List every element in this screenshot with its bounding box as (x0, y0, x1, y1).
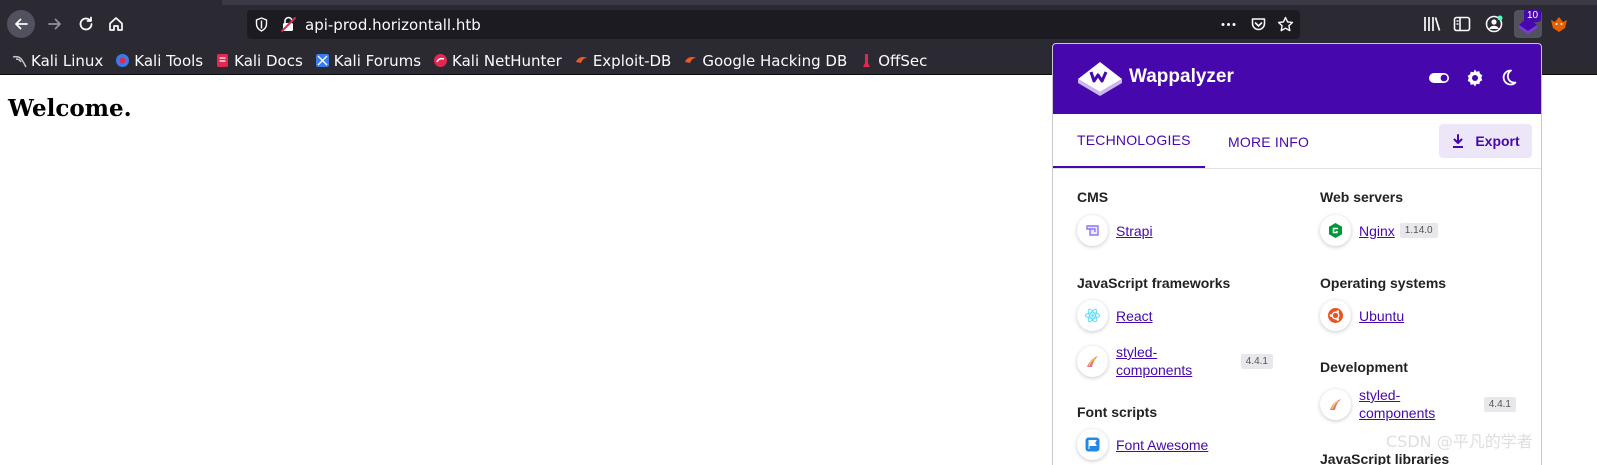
back-button[interactable] (7, 10, 35, 38)
bookmark-label: Kali Linux (31, 51, 104, 70)
category-cms: CMS (1077, 189, 1109, 205)
ubuntu-icon (1320, 300, 1351, 331)
tab-strip (222, 0, 1597, 5)
tech-link[interactable]: Ubuntu (1359, 307, 1404, 325)
download-icon (1453, 134, 1464, 148)
tech-link[interactable]: styled-components (1359, 386, 1435, 422)
tab-more-info[interactable]: MORE INFO (1204, 114, 1333, 169)
bookmark-kali-tools[interactable]: Kali Tools (115, 52, 203, 70)
bookmark-kali-nethunter[interactable]: Kali NetHunter (433, 52, 562, 70)
bookmark-kali-forums[interactable]: Kali Forums (315, 52, 421, 70)
popup-brand: Wappalyzer (1129, 66, 1234, 87)
page-heading: Welcome. (8, 95, 132, 122)
kali-dragon-icon (12, 55, 27, 68)
library-icon[interactable] (1422, 14, 1442, 34)
extension-badge: 10 (1524, 9, 1542, 22)
wappalyzer-logo-icon (1078, 62, 1122, 96)
styled-components-icon (1077, 345, 1108, 377)
category-development: Development (1320, 359, 1408, 375)
export-button[interactable]: Export (1439, 124, 1532, 158)
foxyproxy-icon[interactable] (1549, 14, 1569, 34)
url-text[interactable]: api-prod.horizontall.htb (305, 16, 481, 34)
bookmark-label: Google Hacking DB (702, 51, 848, 70)
tech-nginx: Nginx 1.14.0 (1320, 215, 1520, 246)
version-badge: 4.4.1 (1483, 396, 1516, 412)
watermark: CSDN @平凡的学者 (1386, 432, 1533, 451)
tech-link[interactable]: Strapi (1116, 222, 1153, 240)
pocket-icon[interactable] (1250, 16, 1267, 33)
tech-link[interactable]: Nginx (1359, 222, 1395, 240)
url-bar[interactable]: api-prod.horizontall.htb (247, 10, 1300, 39)
tech-ubuntu: Ubuntu (1320, 300, 1520, 331)
popup-header: Wappalyzer (1053, 44, 1541, 114)
bookmark-kali-docs[interactable]: Kali Docs (215, 52, 303, 70)
tracking-shield-icon[interactable] (253, 16, 270, 33)
popup-tabs: TECHNOLOGIES MORE INFO Export (1053, 114, 1541, 169)
font-awesome-icon (1077, 429, 1108, 460)
tech-link[interactable]: Font Awesome (1116, 436, 1208, 454)
ghdb-icon (685, 57, 697, 63)
bookmark-star-icon[interactable] (1277, 16, 1294, 33)
bookmark-exploit-db[interactable]: Exploit-DB (574, 51, 672, 70)
moon-icon[interactable] (1499, 68, 1518, 87)
tech-font-awesome: Font Awesome (1077, 429, 1277, 460)
tech-styled-components: styled-components 4.4.1 (1077, 343, 1277, 379)
sidebar-icon[interactable] (1452, 14, 1472, 34)
bookmark-label: Kali Tools (134, 51, 204, 70)
arrow-left-icon (15, 18, 28, 30)
reload-icon (79, 16, 93, 31)
home-button[interactable] (102, 10, 130, 38)
export-label: Export (1475, 133, 1520, 149)
wappalyzer-popup: Wappalyzer TECHNOLOGIES MORE INFO Export… (1052, 43, 1542, 465)
insecure-lock-icon[interactable] (280, 16, 297, 33)
tech-styled-components: styled-components 4.4.1 (1320, 386, 1520, 422)
version-badge: 4.4.1 (1240, 353, 1273, 369)
kali-docs-icon (217, 54, 229, 67)
tech-strapi: Strapi (1077, 215, 1277, 246)
arrow-right-icon (48, 18, 61, 30)
bookmark-label: Kali NetHunter (452, 51, 562, 70)
toggle-icon[interactable] (1428, 69, 1450, 87)
bookmark-offsec[interactable]: OffSec (859, 52, 927, 70)
home-icon (109, 17, 123, 31)
category-operating-systems: Operating systems (1320, 275, 1447, 291)
version-badge: 1.14.0 (1399, 223, 1438, 238)
tab-technologies[interactable]: TECHNOLOGIES (1053, 114, 1205, 168)
category-web-servers: Web servers (1320, 189, 1404, 205)
forward-button[interactable] (41, 10, 69, 38)
browser-toolbar: api-prod.horizontall.htb 10 (0, 0, 1597, 47)
nginx-icon (1320, 215, 1351, 246)
exploit-db-icon (575, 57, 587, 63)
bookmark-label: OffSec (878, 51, 928, 70)
kali-nethunter-icon (434, 54, 448, 67)
account-icon[interactable] (1484, 14, 1504, 34)
more-actions-icon[interactable] (1220, 16, 1237, 33)
tech-link[interactable]: styled-components (1116, 343, 1192, 379)
strapi-icon (1077, 215, 1108, 246)
styled-components-icon (1320, 388, 1351, 420)
kali-forums-icon (315, 54, 329, 67)
bookmark-label: Kali Docs (234, 51, 303, 70)
category-javascript-libraries: JavaScript libraries (1320, 451, 1450, 465)
bookmark-label: Kali Forums (333, 51, 422, 70)
reload-button[interactable] (72, 10, 100, 38)
category-font-scripts: Font scripts (1077, 404, 1158, 420)
bookmark-kali-linux[interactable]: Kali Linux (12, 52, 103, 70)
offsec-icon (863, 54, 871, 67)
tech-react: React (1077, 300, 1277, 331)
category-javascript-frameworks: JavaScript frameworks (1077, 275, 1231, 291)
tech-link[interactable]: React (1116, 307, 1153, 325)
bookmark-label: Exploit-DB (592, 51, 672, 70)
bookmark-google-hacking-db[interactable]: Google Hacking DB (683, 52, 847, 70)
kali-tools-icon (116, 54, 130, 67)
gear-icon[interactable] (1465, 68, 1485, 88)
react-icon (1077, 300, 1108, 331)
